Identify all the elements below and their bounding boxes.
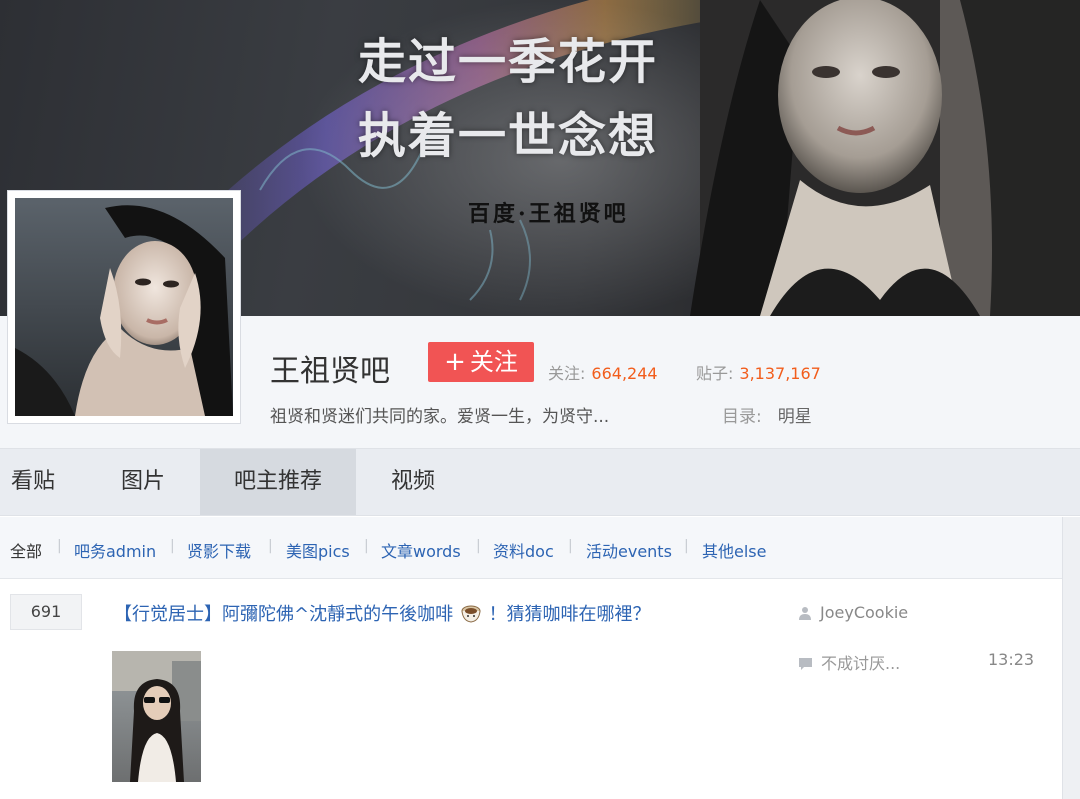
filter-downloads[interactable]: 贤影下载 bbox=[187, 538, 251, 562]
filter-divider: | bbox=[57, 538, 62, 554]
scrollbar-track[interactable] bbox=[1062, 517, 1080, 799]
filter-divider: | bbox=[268, 538, 273, 554]
thread-title-link[interactable]: 【行觉居士】阿彌陀佛^沈靜式的午後咖啡 ！猜猜咖啡在哪裡？ bbox=[114, 600, 651, 629]
avatar-image bbox=[15, 198, 233, 416]
forum-avatar[interactable] bbox=[7, 190, 241, 424]
posts-label: 贴子: bbox=[696, 364, 734, 383]
catalog-label: 目录: bbox=[722, 407, 762, 427]
last-reply-user: 不成讨厌... bbox=[821, 654, 901, 673]
filter-admin[interactable]: 吧务admin bbox=[74, 538, 156, 562]
filter-divider: | bbox=[568, 538, 573, 554]
thumbnail-image bbox=[112, 651, 201, 782]
filter-events[interactable]: 活动events bbox=[586, 538, 672, 562]
posts-count: 3,137,167 bbox=[739, 364, 821, 383]
user-icon bbox=[798, 605, 812, 624]
tab-pictures[interactable]: 图片 bbox=[100, 449, 186, 515]
filter-pics[interactable]: 美图pics bbox=[286, 538, 350, 562]
thread-author[interactable]: JoeyCookie bbox=[798, 603, 908, 624]
author-name: JoeyCookie bbox=[820, 603, 909, 622]
tab-threads[interactable]: 看贴 bbox=[0, 449, 66, 515]
thread-title-part2: ！猜猜咖啡在哪裡？ bbox=[488, 604, 651, 625]
tab-videos[interactable]: 视频 bbox=[370, 449, 456, 515]
last-reply-info[interactable]: 不成讨厌... bbox=[798, 650, 900, 675]
followers-count: 664,244 bbox=[591, 364, 658, 383]
follow-button-label: 关注 bbox=[469, 348, 518, 376]
filter-doc[interactable]: 资料doc bbox=[493, 538, 554, 562]
filter-divider: | bbox=[170, 538, 175, 554]
comment-icon bbox=[798, 656, 813, 675]
followers-stat: 关注: 664,244 bbox=[548, 360, 658, 384]
catalog-link[interactable]: 明星 bbox=[778, 407, 812, 427]
followers-label: 关注: bbox=[548, 364, 586, 383]
last-reply-time: 13:23 bbox=[988, 650, 1035, 669]
filter-all[interactable]: 全部 bbox=[10, 538, 42, 562]
plus-icon: + bbox=[444, 347, 466, 377]
forum-slogan: 祖贤和贤迷们共同的家。爱贤一生，为贤守... bbox=[270, 407, 610, 427]
forum-tabs: 看贴 图片 吧主推荐 视频 bbox=[0, 448, 1080, 516]
forum-name: 王祖贤吧 bbox=[270, 354, 390, 389]
posts-stat: 贴子: 3,137,167 bbox=[696, 360, 821, 384]
coffee-icon bbox=[459, 602, 483, 629]
banner-slogan-line2: 执着一世念想 bbox=[358, 108, 659, 164]
banner-slogan-line1: 走过一季花开 bbox=[358, 34, 659, 90]
filter-else[interactable]: 其他else bbox=[702, 538, 766, 562]
category-filter-bar: 全部 | 吧务admin | 贤影下载 | 美图pics | 文章words |… bbox=[0, 517, 1062, 579]
follow-button[interactable]: + 关注 bbox=[428, 342, 534, 382]
filter-words[interactable]: 文章words bbox=[381, 538, 461, 562]
filter-divider: | bbox=[476, 538, 481, 554]
filter-divider: | bbox=[684, 538, 689, 554]
banner-forum-tag: 百度·王祖贤吧 bbox=[468, 201, 629, 227]
tab-recommended[interactable]: 吧主推荐 bbox=[200, 449, 356, 515]
thread-thumbnail[interactable] bbox=[112, 651, 201, 782]
filter-divider: | bbox=[364, 538, 369, 554]
reply-count-badge: 691 bbox=[10, 594, 82, 630]
forum-catalog: 目录: 明星 bbox=[722, 402, 812, 427]
thread-title-part1: 【行觉居士】阿彌陀佛^沈靜式的午後咖啡 bbox=[114, 604, 454, 625]
